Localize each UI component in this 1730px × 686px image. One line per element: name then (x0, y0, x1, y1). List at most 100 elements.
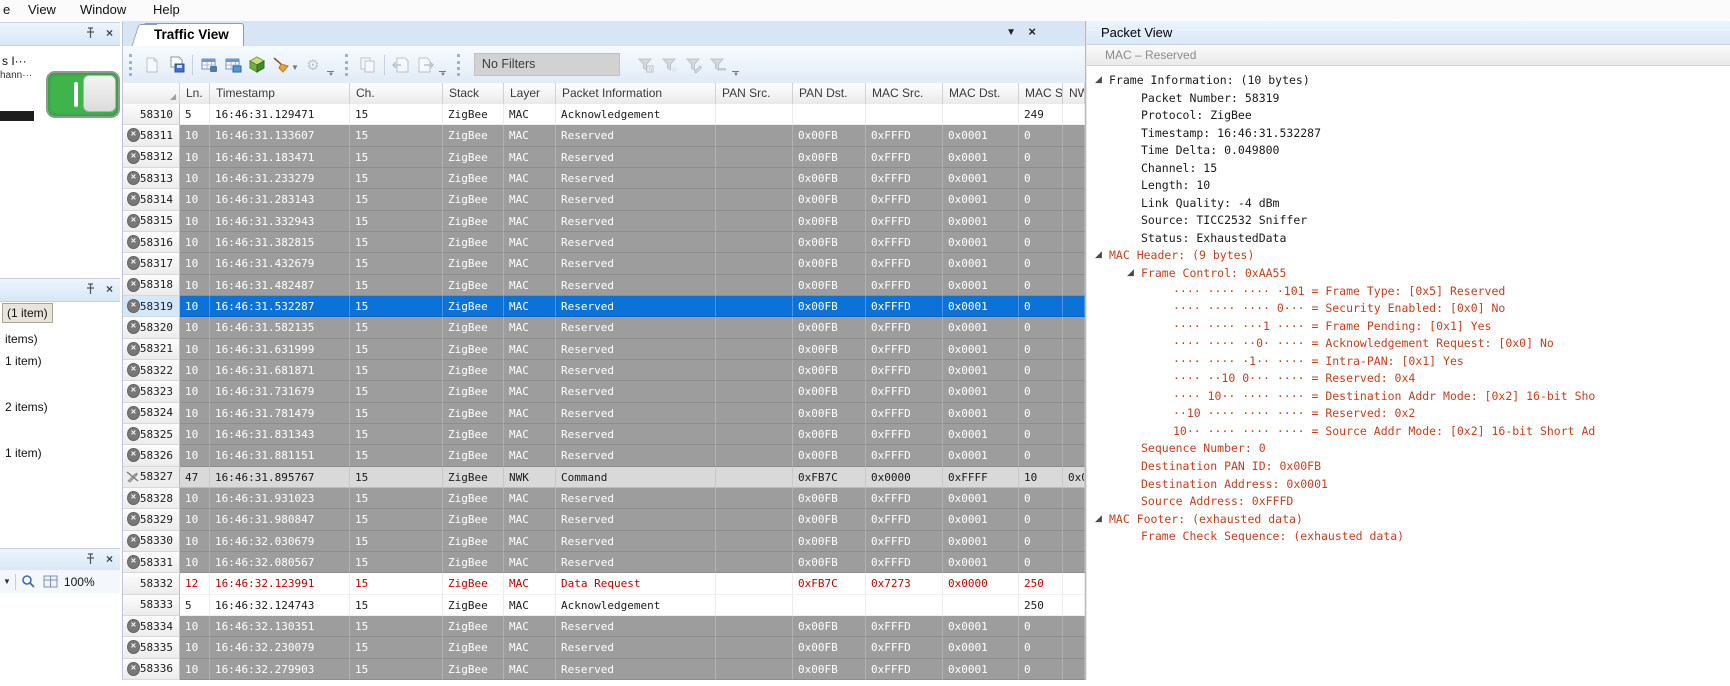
packet-tree-node[interactable]: ◢Frame Information: (10 bytes) (1087, 72, 1730, 90)
table-row[interactable]: ✕583361016:46:32.27990315ZigBeeMACReserv… (123, 659, 1085, 680)
packet-tree-node[interactable]: Source Address: 0xFFFD (1087, 493, 1730, 511)
tab-list-dropdown-icon[interactable]: ▼ (1006, 27, 1016, 38)
table-row[interactable]: ✕583291016:46:31.98084715ZigBeeMACReserv… (123, 509, 1085, 530)
packet-tree-node[interactable]: ···· ···· ···· 0··· = Security Enabled: … (1087, 300, 1730, 318)
column-header-mac_dst[interactable]: MAC Dst. (943, 83, 1019, 104)
device-tree-item[interactable]: items) (1, 330, 42, 348)
column-header-stack[interactable]: Stack (443, 83, 504, 104)
menu-item-window[interactable]: Window (80, 2, 126, 17)
packet-tree-node[interactable]: ···· ···· ··0· ···· = Acknowledgement Re… (1087, 335, 1730, 353)
packet-tree-node[interactable]: Time Delta: 0.049800 (1087, 142, 1730, 160)
column-header-layer[interactable]: Layer (504, 83, 556, 104)
table-row[interactable]: ✕583131016:46:31.23327915ZigBeeMACReserv… (123, 168, 1085, 189)
filter-new-icon[interactable] (658, 53, 682, 77)
packet-tree-node[interactable]: Sequence Number: 0 (1087, 440, 1730, 458)
column-header-ch[interactable]: Ch. (350, 83, 443, 104)
packet-tree-node[interactable]: ···· ··10 0··· ···· = Reserved: 0x4 (1087, 370, 1730, 388)
table-row[interactable]: ✕583301016:46:32.03067915ZigBeeMACReserv… (123, 531, 1085, 552)
filter-input[interactable]: No Filters (474, 53, 620, 76)
expand-triangle-icon[interactable]: ◢ (1127, 265, 1141, 283)
packet-tree-node[interactable]: ··10 ···· ···· ···· = Reserved: 0x2 (1087, 405, 1730, 423)
table-row[interactable]: ✕583201016:46:31.58213515ZigBeeMACReserv… (123, 317, 1085, 338)
toolbar-grip[interactable] (345, 54, 351, 76)
table-row[interactable]: ✕583121016:46:31.18347115ZigBeeMACReserv… (123, 147, 1085, 168)
toolbar-overflow-icon[interactable]: ▼ (730, 61, 742, 77)
pin-icon[interactable] (85, 283, 96, 295)
packet-tree-node[interactable]: Timestamp: 16:46:31.532287 (1087, 125, 1730, 143)
filter-edit-icon[interactable] (682, 53, 706, 77)
packet-tree-node[interactable]: ···· ···· ···1 ···· = Frame Pending: [0x… (1087, 318, 1730, 336)
table-row[interactable]: ✕583251016:46:31.83134315ZigBeeMACReserv… (123, 424, 1085, 445)
new-capture-icon[interactable] (140, 53, 164, 77)
expand-triangle-icon[interactable]: ◢ (1095, 511, 1109, 529)
packet-tree-node[interactable]: Source: TICC2532 Sniffer (1087, 212, 1730, 230)
column-header-num[interactable]: ◢ (123, 83, 180, 104)
pin-icon[interactable] (85, 27, 96, 39)
table-row[interactable]: ✕583151016:46:31.33294315ZigBeeMACReserv… (123, 211, 1085, 232)
column-header-ln[interactable]: Ln. (180, 83, 210, 104)
packet-tree-node[interactable]: Length: 10 (1087, 177, 1730, 195)
packet-tree-node[interactable]: Status: ExhaustedData (1087, 230, 1730, 248)
copy-packets-icon[interactable] (356, 53, 380, 77)
table-row[interactable]: 58333516:46:32.12474315ZigBeeMACAcknowle… (123, 595, 1085, 616)
packet-tree-node[interactable]: Protocol: ZigBee (1087, 107, 1730, 125)
menu-item-file-partial[interactable]: e (3, 2, 10, 17)
table-row[interactable]: 583321216:46:32.12399115ZigBeeMACData Re… (123, 573, 1085, 594)
table-row[interactable]: ✕583231016:46:31.73167915ZigBeeMACReserv… (123, 381, 1085, 402)
table-row[interactable]: 583274716:46:31.89576715ZigBeeNWKCommand… (123, 467, 1085, 488)
filter-apply-icon[interactable]: n (634, 53, 658, 77)
expand-triangle-icon[interactable]: ◢ (1095, 247, 1109, 265)
column-header-pan_src[interactable]: PAN Src. (716, 83, 793, 104)
settings-gear-icon[interactable]: ⚙ (301, 53, 325, 77)
packet-tree-node[interactable]: ···· ···· ···· ·101 = Frame Type: [0x5] … (1087, 283, 1730, 301)
packet-tree-node[interactable]: Destination PAN ID: 0x00FB (1087, 458, 1730, 476)
packet-tree-node[interactable]: ◢MAC Footer: (exhausted data) (1087, 511, 1730, 529)
table-row[interactable]: ✕583181016:46:31.48248715ZigBeeMACReserv… (123, 275, 1085, 296)
column-header-pan_dst[interactable]: PAN Dst. (793, 83, 866, 104)
table-row[interactable]: ✕583221016:46:31.68187115ZigBeeMACReserv… (123, 360, 1085, 381)
device-tree-item[interactable]: 1 item) (1, 444, 46, 462)
table-row[interactable]: ✕583111016:46:31.13360715ZigBeeMACReserv… (123, 125, 1085, 146)
packet-tree-node[interactable]: ···· 10·· ···· ···· = Destination Addr M… (1087, 388, 1730, 406)
chevron-down-icon[interactable]: ▼ (3, 577, 11, 586)
tab-close-icon[interactable]: × (1028, 24, 1036, 39)
chevron-down-icon[interactable]: ▼ (291, 63, 299, 72)
filter-remove-icon[interactable] (706, 53, 730, 77)
table-row[interactable]: ✕583351016:46:32.23007915ZigBeeMACReserv… (123, 637, 1085, 658)
toolbar-overflow-icon[interactable]: ▼ (437, 61, 449, 77)
close-icon[interactable]: × (106, 25, 113, 41)
column-header-mac_seq[interactable]: MAC Seq. (1019, 83, 1063, 104)
time-view-icon[interactable] (197, 53, 221, 77)
packet-tree-node[interactable]: 10·· ···· ···· ···· = Source Addr Mode: … (1087, 423, 1730, 441)
table-row[interactable]: ✕583261016:46:31.88115115ZigBeeMACReserv… (123, 445, 1085, 466)
table-row[interactable]: ✕583241016:46:31.78147915ZigBeeMACReserv… (123, 403, 1085, 424)
packet-tree-node[interactable]: ◢Frame Control: 0xAA55 (1087, 265, 1730, 283)
fit-view-icon[interactable] (43, 575, 58, 588)
packet-tree-node[interactable]: Frame Check Sequence: (exhausted data) (1087, 528, 1730, 546)
table-row[interactable]: ✕583171016:46:31.43267915ZigBeeMACReserv… (123, 253, 1085, 274)
packet-tree-node[interactable]: ···· ···· ·1·· ···· = Intra-PAN: [0x1] Y… (1087, 353, 1730, 371)
import-packets-icon[interactable] (389, 53, 413, 77)
table-row[interactable]: 58310516:46:31.12947115ZigBeeMACAcknowle… (123, 104, 1085, 125)
menu-item-help[interactable]: Help (153, 2, 180, 17)
column-header-mac_src[interactable]: MAC Src. (866, 83, 943, 104)
column-header-ts[interactable]: Timestamp (210, 83, 350, 104)
table-row[interactable]: ✕583341016:46:32.13035115ZigBeeMACReserv… (123, 616, 1085, 637)
device-tree-item[interactable]: (1 item) (2, 303, 53, 323)
packet-tree-node[interactable]: Destination Address: 0x0001 (1087, 476, 1730, 494)
capture-toggle[interactable] (46, 71, 120, 118)
packet-tree-node[interactable]: Packet Number: 58319 (1087, 90, 1730, 108)
table-row[interactable]: ✕583161016:46:31.38281515ZigBeeMACReserv… (123, 232, 1085, 253)
pin-icon[interactable] (85, 553, 96, 565)
close-icon[interactable]: × (106, 281, 113, 297)
device-tree-item[interactable]: 1 item) (1, 352, 46, 370)
toolbar-grip[interactable] (457, 54, 463, 76)
packet-tree-node[interactable]: Link Quality: -4 dBm (1087, 195, 1730, 213)
table-row[interactable]: ✕583211016:46:31.63199915ZigBeeMACReserv… (123, 339, 1085, 360)
magnifier-icon[interactable] (21, 574, 36, 589)
toolbar-overflow-icon[interactable]: ▼ (325, 61, 337, 77)
export-packets-icon[interactable] (413, 53, 437, 77)
toolbar-grip[interactable] (129, 54, 135, 76)
close-icon[interactable]: × (106, 551, 113, 567)
column-header-nwk[interactable]: NW (1063, 83, 1085, 104)
